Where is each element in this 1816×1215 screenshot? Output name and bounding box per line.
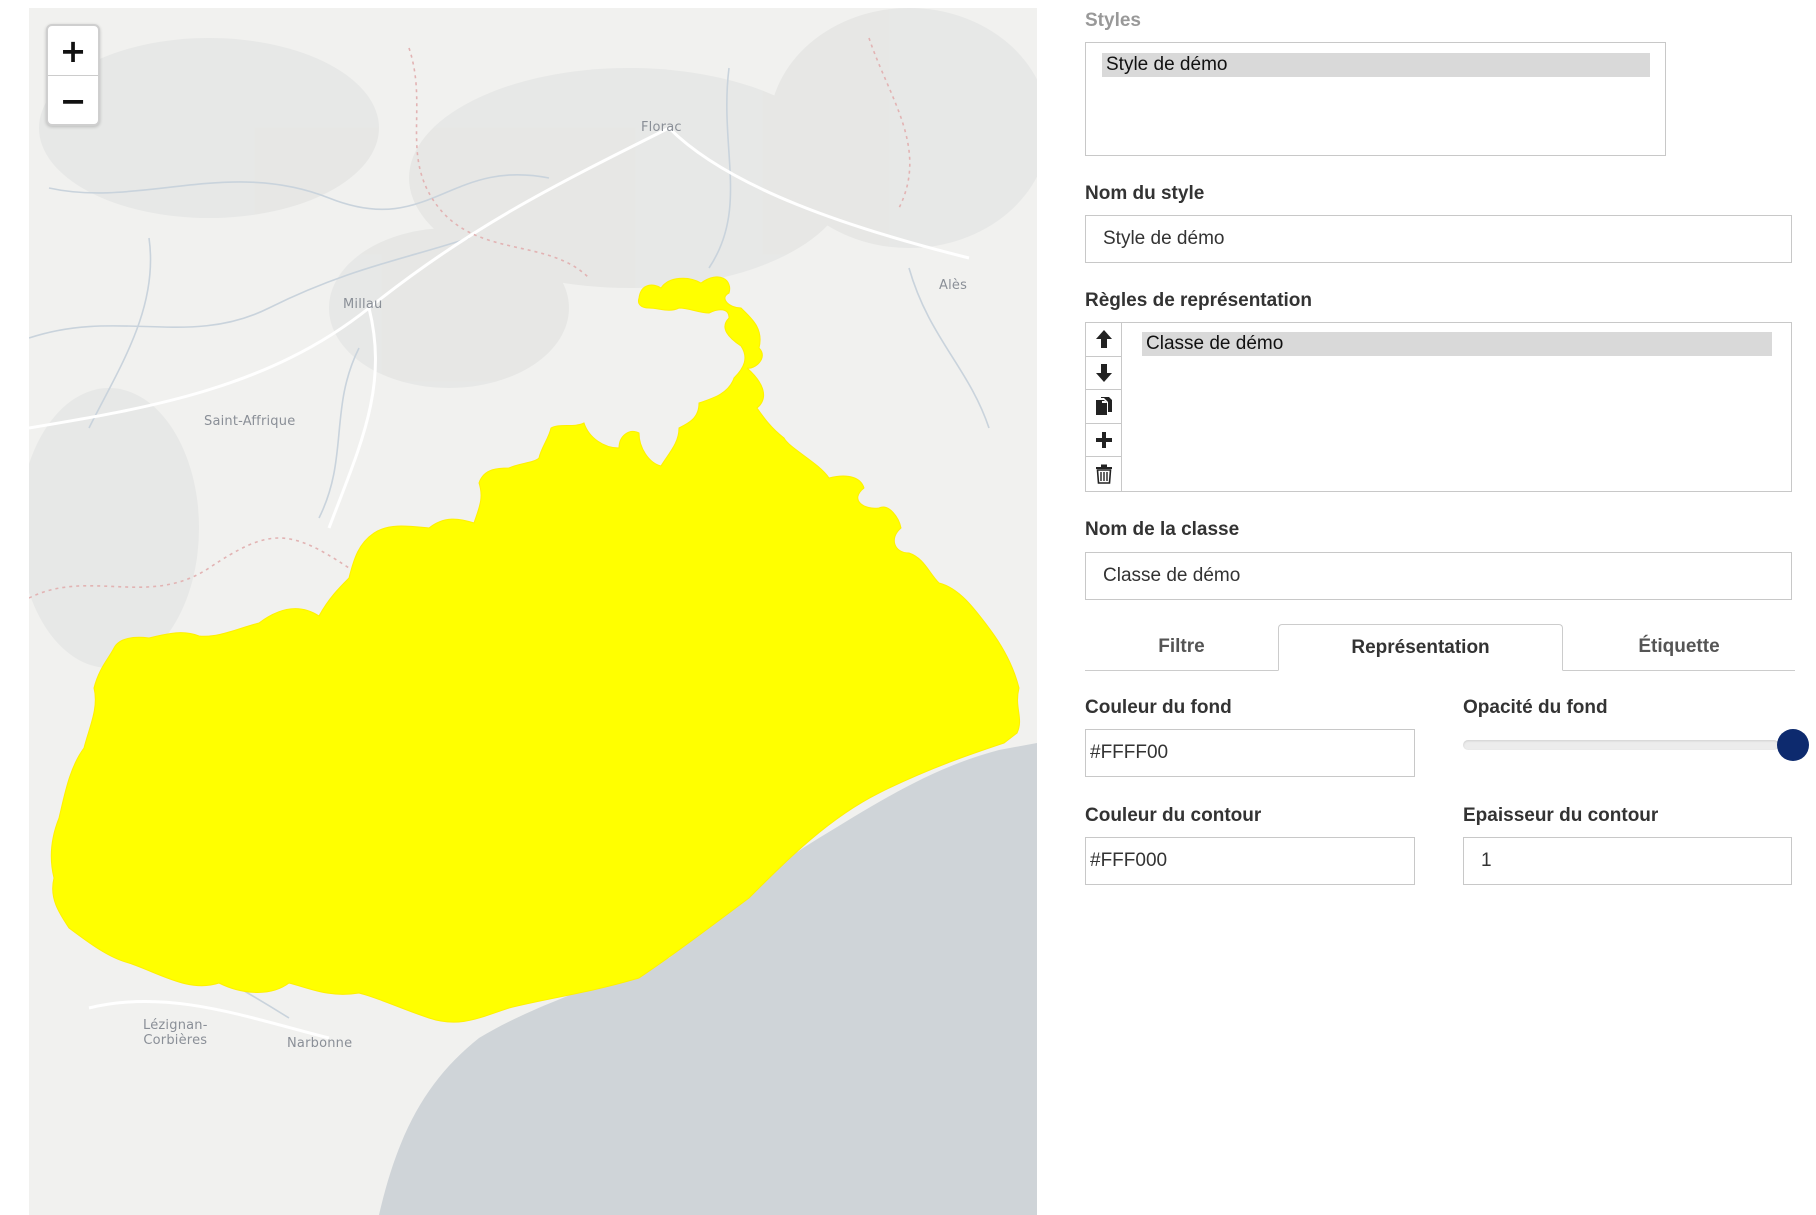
copy-icon[interactable]	[1086, 390, 1121, 424]
style-name-input[interactable]: Style de démo	[1085, 215, 1792, 263]
fill-opacity-slider[interactable]	[1463, 740, 1779, 750]
stroke-width-value: 1	[1481, 850, 1492, 871]
fill-color-label: Couleur du fond	[1085, 697, 1232, 718]
stroke-color-value: #FFF000	[1090, 850, 1168, 871]
fill-opacity-label: Opacité du fond	[1463, 697, 1608, 718]
class-name-input[interactable]: Classe de démo	[1085, 552, 1792, 600]
fill-color-value: #FFFF00	[1090, 742, 1169, 763]
place-label-saint-affrique: Saint-Affrique	[204, 414, 296, 429]
styles-list-item[interactable]: Style de démo	[1102, 53, 1650, 77]
place-label-ales: Alès	[939, 278, 968, 293]
zoom-control: + −	[46, 24, 100, 126]
map-view[interactable]: + − Florac Alès Millau Saint-Affrique Lé…	[29, 8, 1037, 1215]
place-label-florac: Florac	[641, 120, 682, 135]
fill-color-input[interactable]: #FFFF00	[1085, 729, 1415, 777]
stroke-width-label: Epaisseur du contour	[1463, 805, 1659, 826]
trash-icon[interactable]	[1086, 457, 1121, 491]
rules-label: Règles de représentation	[1085, 290, 1313, 311]
class-name-label: Nom de la classe	[1085, 519, 1240, 540]
place-label-narbonne: Narbonne	[287, 1036, 353, 1051]
tab-bar: Filtre Représentation Étiquette	[1085, 624, 1795, 671]
style-name-value: Style de démo	[1103, 228, 1225, 249]
fill-opacity-slider-thumb[interactable]	[1777, 729, 1809, 761]
style-editor-panel: Styles Style de démo Nom du style Style …	[1085, 0, 1809, 1215]
tab-filtre[interactable]: Filtre	[1085, 624, 1278, 670]
stroke-width-input[interactable]: 1	[1463, 837, 1792, 885]
stroke-color-input[interactable]: #FFF000	[1085, 837, 1415, 885]
rule-toolbar	[1086, 323, 1122, 491]
arrow-down-icon[interactable]	[1086, 357, 1121, 391]
place-label-lezignan: Lézignan- Corbières	[143, 1018, 208, 1048]
zoom-in-button[interactable]: +	[48, 26, 98, 75]
styles-label: Styles	[1085, 10, 1141, 31]
rules-listbox[interactable]: Classe de démo	[1085, 322, 1792, 492]
rules-list-item[interactable]: Classe de démo	[1142, 332, 1772, 356]
tab-etiquette[interactable]: Étiquette	[1563, 624, 1795, 670]
arrow-up-icon[interactable]	[1086, 323, 1121, 357]
zoom-out-button[interactable]: −	[48, 75, 98, 124]
stroke-color-label: Couleur du contour	[1085, 805, 1262, 826]
place-label-millau: Millau	[343, 297, 383, 312]
plus-icon[interactable]	[1086, 424, 1121, 458]
styles-listbox[interactable]: Style de démo	[1085, 42, 1666, 156]
tab-representation[interactable]: Représentation	[1278, 624, 1563, 671]
style-name-label: Nom du style	[1085, 183, 1205, 204]
class-name-value: Classe de démo	[1103, 565, 1241, 586]
